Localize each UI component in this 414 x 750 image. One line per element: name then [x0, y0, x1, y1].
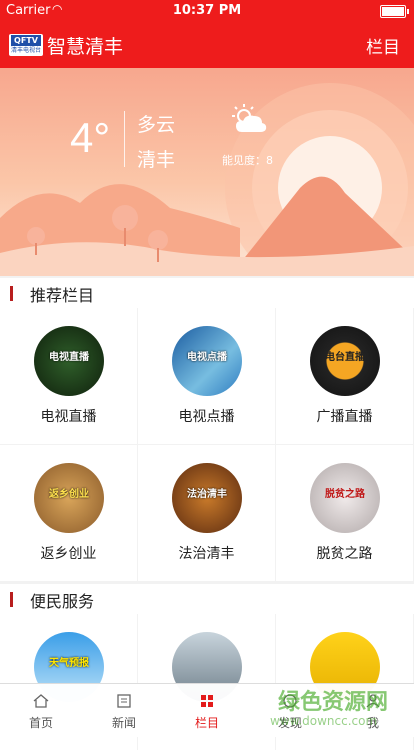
grid-item-tv-live[interactable]: 电视直播 电视直播 [0, 308, 137, 444]
temperature: 4° [70, 114, 111, 161]
weather-banner: 4° 多云 清丰 能见度：8 [0, 68, 414, 276]
return-home-thumbnail: 返乡创业 [34, 463, 104, 533]
weather-description: 多云 [137, 114, 176, 136]
city-name: 清丰 [137, 149, 176, 171]
grid-icon [201, 695, 213, 707]
bottom-tab-bar: 首页 新闻 栏目 发现 我 [0, 683, 414, 737]
grid-item-label: 脱贫之路 [316, 546, 373, 562]
visibility-label: 能见度：8 [222, 154, 273, 167]
column-menu-button[interactable]: 栏目 [366, 33, 400, 58]
section-title: 便民服务 [30, 592, 95, 611]
news-icon [117, 694, 131, 708]
tv-vod-thumbnail: 电视点播 [172, 326, 242, 396]
rule-of-law-thumbnail: 法治清丰 [172, 463, 242, 533]
landscape-illustration [0, 83, 414, 276]
poverty-relief-thumbnail: 脱贫之路 [310, 463, 380, 533]
grid-item-rule-of-law[interactable]: 法治清丰 法治清丰 [138, 445, 275, 581]
status-bar: Carrier ◠ 10:37 PM [0, 0, 414, 22]
tab-discover[interactable]: 发现 [249, 684, 331, 737]
tab-me[interactable]: 我 [332, 684, 414, 737]
partly-cloudy-icon [232, 104, 267, 132]
section-header-recommended: 推荐栏目 [0, 278, 414, 308]
discover-icon [283, 694, 297, 708]
battery-icon [380, 5, 409, 18]
app-header: QFTV 清丰电视台 智慧清丰 栏目 [0, 22, 414, 68]
section-accent-bar [10, 286, 13, 301]
section-title: 推荐栏目 [30, 286, 95, 305]
grid-item-poverty-relief[interactable]: 脱贫之路 脱贫之路 [276, 445, 413, 581]
grid-item-tv-vod[interactable]: 电视点播 电视点播 [138, 308, 275, 444]
tab-news[interactable]: 新闻 [83, 684, 165, 737]
tab-home[interactable]: 首页 [0, 684, 82, 737]
grid-item-label: 电视点播 [178, 409, 235, 425]
grid-item-label: 返乡创业 [40, 546, 97, 562]
grid-item-label: 电视直播 [40, 409, 97, 425]
section-accent-bar [10, 592, 13, 607]
radio-live-thumbnail: 电台直播 [310, 326, 380, 396]
station-logo: QFTV 清丰电视台 [9, 34, 43, 56]
status-time: 10:37 PM [172, 3, 242, 18]
grid-item-radio-live[interactable]: 电台直播 广播直播 [276, 308, 413, 444]
grid-item-label: 法治清丰 [178, 546, 235, 562]
grid-item-label: 广播直播 [316, 409, 373, 425]
grid-item-return-home-business[interactable]: 返乡创业 返乡创业 [0, 445, 137, 581]
section-header-services: 便民服务 [0, 584, 414, 614]
tv-live-thumbnail: 电视直播 [34, 326, 104, 396]
app-title: 智慧清丰 [47, 36, 124, 58]
home-icon [33, 694, 49, 708]
user-icon [366, 694, 380, 708]
weather-divider [124, 111, 125, 167]
tab-columns[interactable]: 栏目 [166, 684, 248, 737]
